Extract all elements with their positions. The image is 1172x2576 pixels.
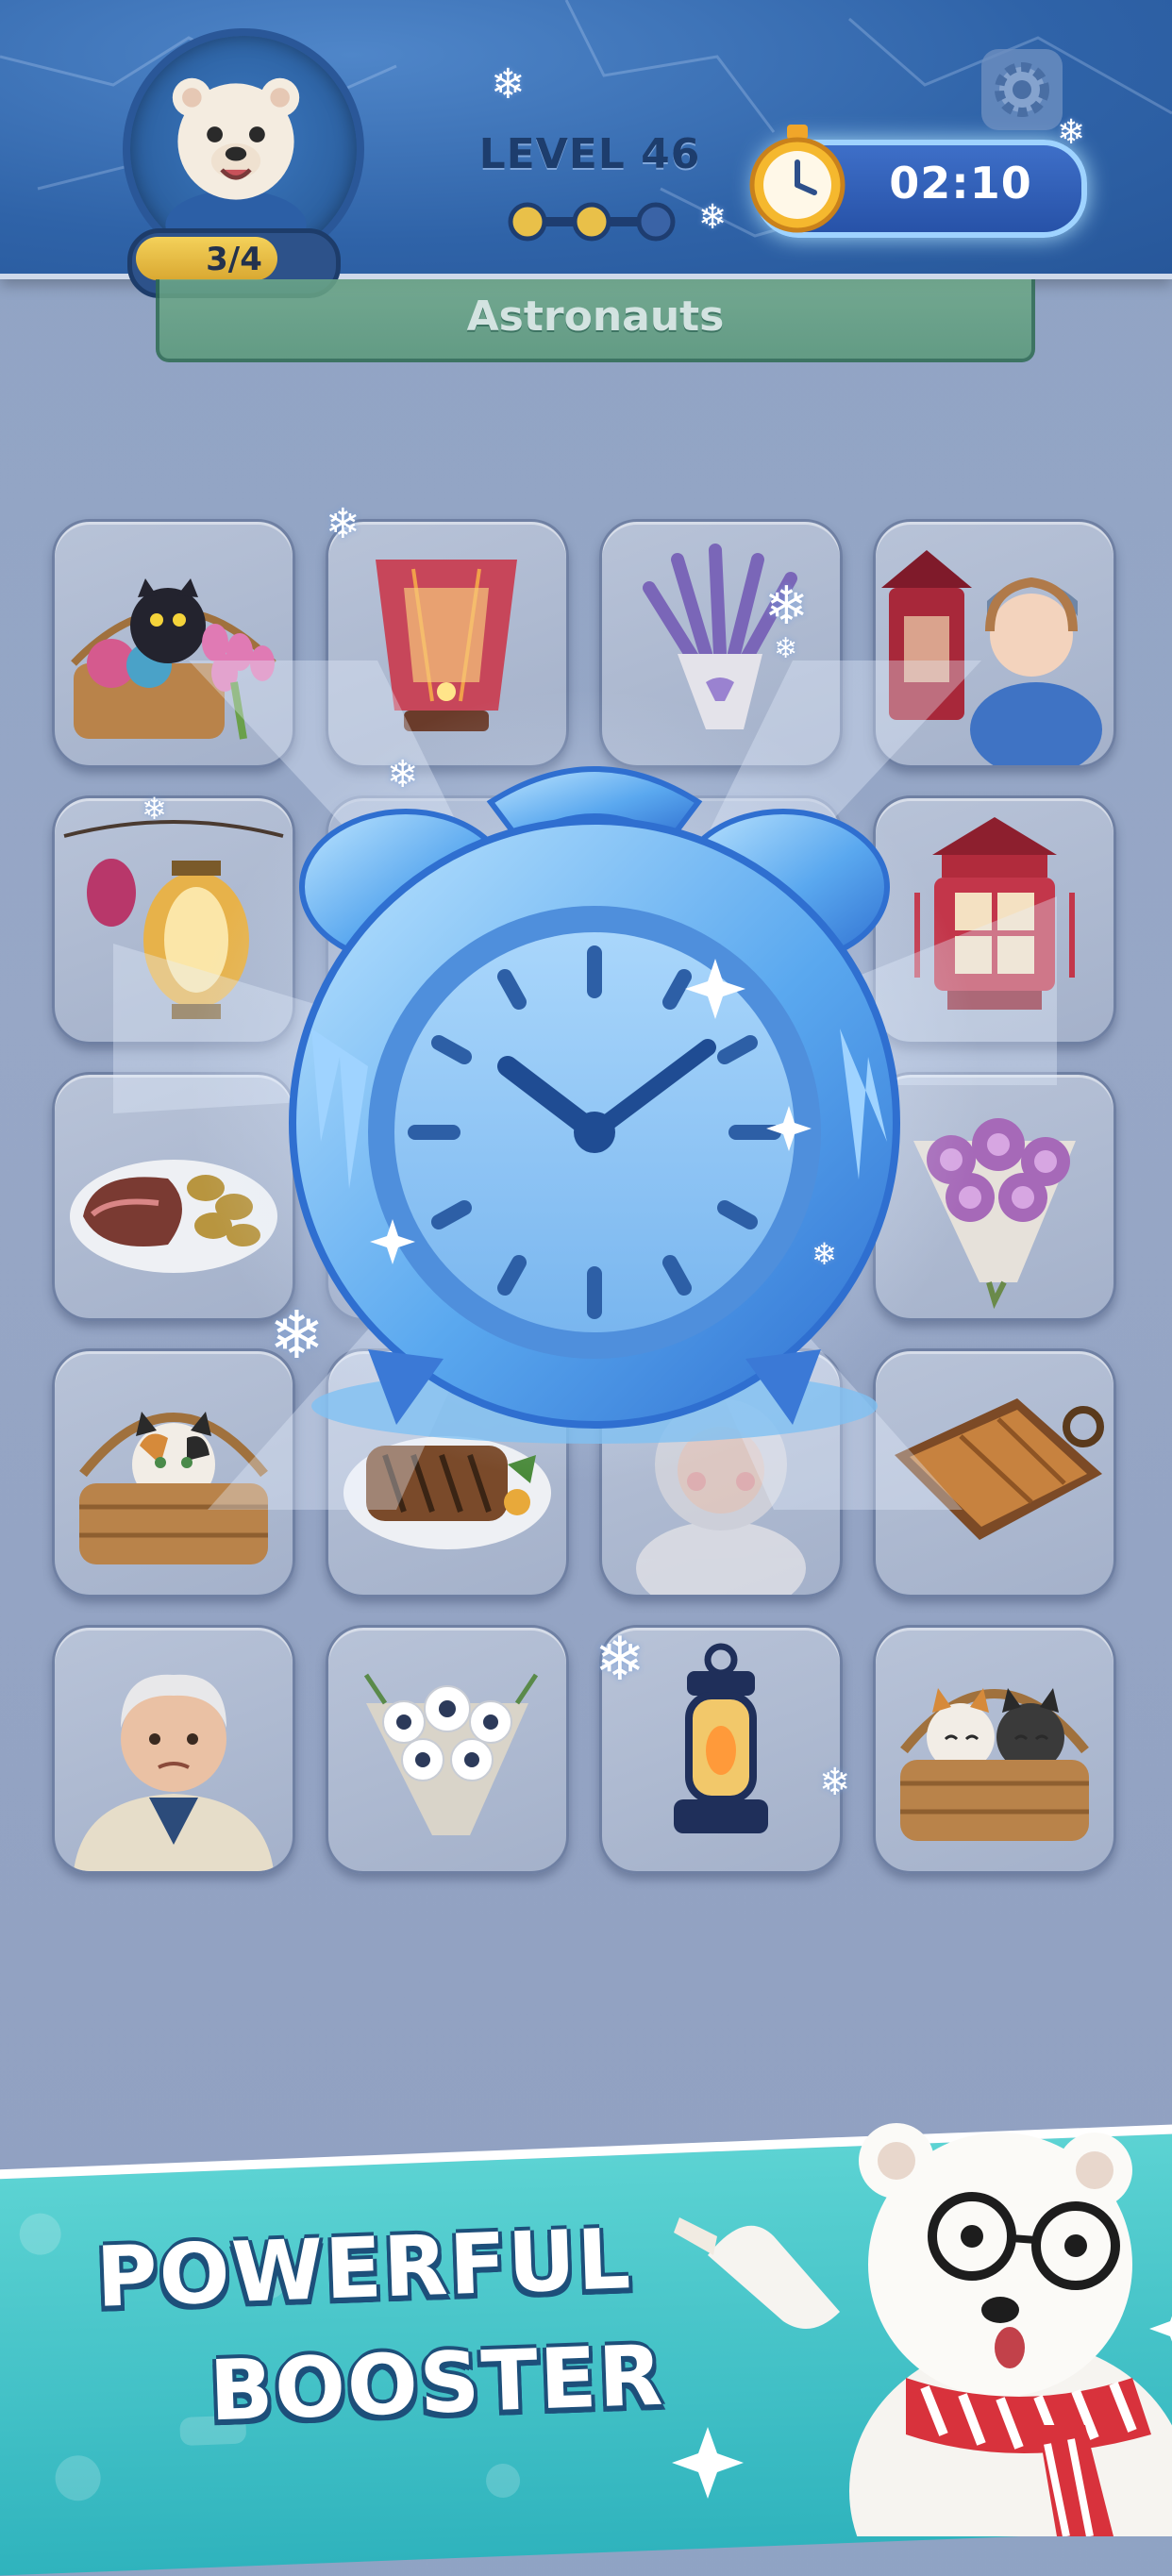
two-kittens-basket-icon: [900, 1688, 1089, 1841]
snowflake-icon: ❄: [774, 632, 798, 665]
tile-two-kittens-basket[interactable]: [873, 1625, 1116, 1874]
snowflake-icon: ❄: [269, 1296, 325, 1374]
settings-button[interactable]: [981, 49, 1063, 130]
polar-bear-mascot-icon: [672, 2123, 1172, 2536]
frozen-alarm-clock-icon[interactable]: [255, 745, 934, 1463]
snowflake-icon: ❄: [326, 500, 360, 548]
stage-dot-2: [572, 202, 611, 242]
snowflake-icon: ❄: [1057, 113, 1086, 152]
tile-daisy-bouquet[interactable]: [326, 1625, 569, 1874]
promo-title-line1: POWERFUL: [94, 2210, 634, 2326]
snowflake-icon: ❄: [142, 791, 167, 827]
stage-dot-1: [508, 202, 547, 242]
snowflake-icon: ❄: [812, 1236, 837, 1272]
daisy-bouquet-icon: [363, 1673, 539, 1835]
stage-progress-dots: [508, 202, 676, 242]
timer-text: 02:10: [889, 158, 1032, 209]
tile-elderly-man[interactable]: [52, 1625, 295, 1874]
snowflake-icon: ❄: [764, 576, 809, 637]
stopwatch-icon: [749, 125, 846, 233]
snowflake-icon: ❄: [819, 1761, 851, 1804]
elderly-man-icon: [74, 1674, 274, 1871]
snowflake-icon: ❄: [698, 198, 728, 237]
promo-title-line2: BOOSTER: [208, 2326, 666, 2440]
level-title: LEVEL 46: [478, 130, 701, 178]
stage-dot-3: [636, 202, 676, 242]
snowflake-icon: ❄: [387, 753, 419, 796]
gear-icon: [995, 62, 1049, 117]
snowflake-icon: ❄: [491, 60, 526, 109]
category-label: Astronauts: [466, 293, 725, 341]
polar-bear-avatar-icon: [165, 77, 307, 247]
category-banner: Astronauts: [156, 279, 1035, 362]
snowflake-icon: ❄: [594, 1625, 645, 1695]
